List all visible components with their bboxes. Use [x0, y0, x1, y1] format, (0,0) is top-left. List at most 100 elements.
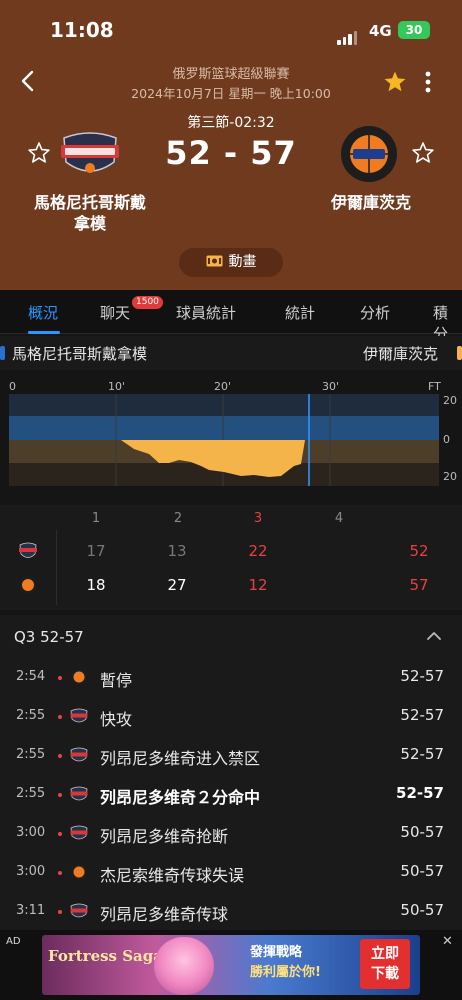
- network-label: 4G: [369, 22, 392, 40]
- event-description: 列昂尼多维奇传球: [100, 905, 229, 924]
- home-team-icon: [70, 902, 88, 920]
- away-q2: 27: [167, 576, 187, 594]
- event-score: 50-57: [400, 901, 444, 919]
- ad-label: AD: [6, 936, 21, 947]
- event-dot: [58, 715, 62, 719]
- ad-banner[interactable]: Fortress Saga 發揮戰略 勝利屬於你! 立即下載: [42, 935, 420, 995]
- event-description: 杰尼索维奇传球失误: [100, 866, 245, 885]
- event-row: 3:00 列昂尼多维奇抢断 50-57: [0, 815, 462, 854]
- event-row: 2:55 列昂尼多维奇进入禁区 52-57: [0, 737, 462, 776]
- home-team-icon: [70, 746, 88, 764]
- quarter-score-table: 1 2 3 4 17 13 22 52 18 27 12 57: [0, 505, 462, 610]
- back-icon[interactable]: [18, 70, 40, 92]
- match-datetime: 2024年10月7日 星期一 晚上10:00: [131, 86, 331, 101]
- event-time: 2:55: [16, 786, 46, 801]
- match-header: 11:08 4G 30 俄罗斯篮球超級聯賽 2024年10月7日 星期一 晚上1…: [0, 0, 462, 290]
- away-q3: 12: [248, 576, 268, 594]
- match-score: 52 - 57: [165, 134, 297, 172]
- timeline-svg: [9, 394, 439, 486]
- event-description: 列昂尼多维奇２分命中: [100, 788, 261, 807]
- event-score: 50-57: [400, 862, 444, 880]
- animation-icon: [206, 255, 222, 267]
- active-tab-indicator: [28, 331, 60, 334]
- tab-overview[interactable]: 概況: [28, 302, 58, 323]
- ad-character-image: [154, 937, 214, 995]
- event-row: 2:55 列昂尼多维奇２分命中 52-57: [0, 776, 462, 815]
- home-mini-logo: [19, 542, 37, 558]
- event-time: 2:55: [16, 747, 46, 762]
- match-period: 第三節-02:32: [187, 115, 275, 131]
- status-bar: 11:08 4G 30: [0, 0, 462, 60]
- tab-bar: 概況 聊天 球員統計 統計 分析 積分: [0, 290, 462, 343]
- event-row: 2:55 快攻 52-57: [0, 698, 462, 737]
- more-icon[interactable]: [424, 70, 432, 94]
- quarter-section-header[interactable]: Q3 52-57: [14, 628, 84, 646]
- tab-player-stats[interactable]: 球員統計: [176, 302, 236, 323]
- home-team-icon: [70, 824, 88, 842]
- home-q3: 22: [248, 542, 268, 560]
- event-row: 3:11 列昂尼多维奇传球 50-57: [0, 893, 462, 932]
- ad-download-button[interactable]: 立即下載: [360, 939, 410, 989]
- quarter-header: 2: [173, 511, 183, 526]
- follow-away-star-icon[interactable]: [411, 141, 435, 165]
- signal-icon: [337, 26, 359, 45]
- quarter-header: 1: [91, 511, 101, 526]
- home-team-logo: [61, 132, 119, 173]
- event-dot: [58, 754, 62, 758]
- event-row: 3:00 杰尼索维奇传球失误 50-57: [0, 854, 462, 893]
- away-team-logo: [341, 126, 397, 182]
- away-color-marker: [457, 346, 462, 360]
- timeline-home-name: 馬格尼托哥斯戴拿模: [12, 345, 148, 363]
- home-color-marker: [0, 346, 5, 360]
- event-time: 3:00: [16, 825, 46, 840]
- quarter-header: 4: [334, 511, 344, 526]
- away-total: 57: [409, 576, 429, 594]
- chat-count-badge: 1500: [132, 296, 163, 309]
- event-time: 2:55: [16, 708, 46, 723]
- favorite-star-icon[interactable]: [383, 70, 407, 94]
- home-team-name[interactable]: 馬格尼托哥斯戴 拿模: [20, 192, 160, 234]
- event-description: 快攻: [100, 710, 133, 729]
- event-dot: [58, 832, 62, 836]
- chevron-up-icon[interactable]: [426, 631, 442, 641]
- ad-slogan-1: 發揮戰略: [250, 945, 303, 960]
- event-description: 列昂尼多维奇进入禁区: [100, 749, 261, 768]
- away-team-icon: [70, 668, 88, 686]
- y-tick-label: 0: [443, 433, 450, 446]
- away-q1: 18: [86, 576, 106, 594]
- event-score: 52-57: [400, 667, 444, 685]
- home-team-icon: [70, 707, 88, 725]
- ad-banner-bar: AD Fortress Saga 發揮戰略 勝利屬於你! 立即下載 ✕: [0, 930, 462, 1000]
- event-time: 3:00: [16, 864, 46, 879]
- event-dot: [58, 676, 62, 680]
- tab-analysis[interactable]: 分析: [360, 302, 390, 323]
- home-total: 52: [409, 542, 429, 560]
- x-tick-label: FT: [428, 380, 441, 393]
- x-tick-label: 20': [214, 380, 232, 393]
- animation-button[interactable]: 動畫: [179, 248, 283, 277]
- battery-icon: 30: [398, 21, 430, 39]
- event-score: 52-57: [400, 706, 444, 724]
- close-ad-icon[interactable]: ✕: [442, 934, 453, 949]
- x-tick-label: 0: [9, 380, 16, 393]
- event-description: 暫停: [100, 671, 133, 690]
- away-team-name[interactable]: 伊爾庫茨克: [316, 192, 426, 213]
- follow-home-star-icon[interactable]: [27, 141, 51, 165]
- status-time: 11:08: [50, 18, 114, 42]
- timeline-away-name: 伊爾庫茨克: [362, 345, 438, 363]
- home-q1: 17: [86, 542, 106, 560]
- tab-stats[interactable]: 統計: [285, 302, 315, 323]
- x-tick-label: 30': [322, 380, 340, 393]
- y-tick-label: 20: [443, 394, 457, 407]
- event-dot: [58, 793, 62, 797]
- event-time: 2:54: [16, 669, 46, 684]
- table-divider: [56, 530, 57, 605]
- tab-chat[interactable]: 聊天: [100, 302, 130, 323]
- score-difference-chart: 0 10' 20' 30' FT 20 0 20: [0, 370, 462, 490]
- y-tick-label: 20: [443, 470, 457, 483]
- event-dot: [58, 910, 62, 914]
- event-score: 50-57: [400, 823, 444, 841]
- away-team-icon: [70, 863, 88, 881]
- event-score: 52-57: [396, 784, 444, 802]
- league-name: 俄罗斯篮球超級聯賽: [172, 67, 290, 82]
